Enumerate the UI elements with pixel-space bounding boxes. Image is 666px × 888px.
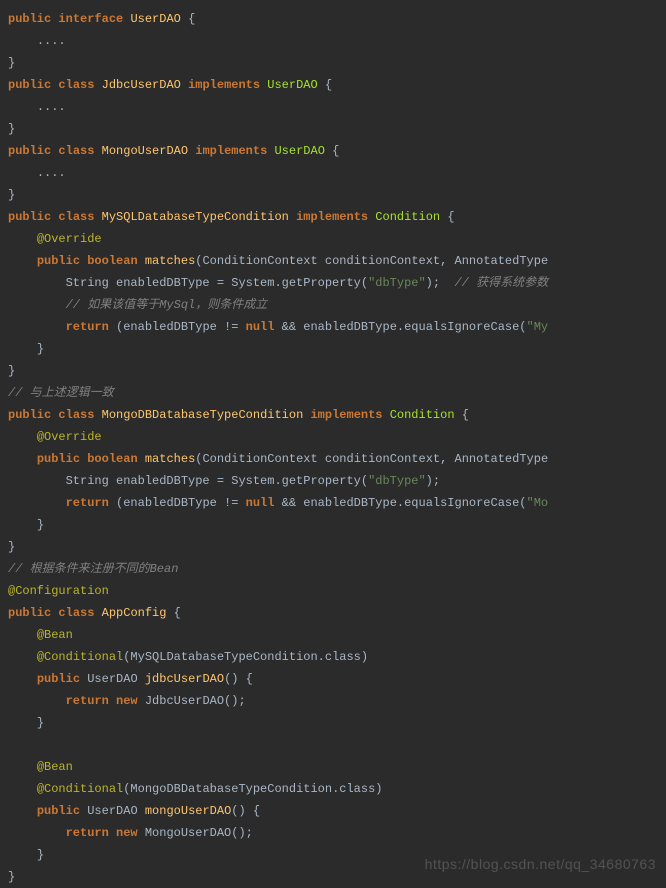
type-name: Condition <box>390 408 455 422</box>
keyword: class <box>58 210 94 224</box>
keyword: class <box>58 144 94 158</box>
keyword: null <box>246 496 275 510</box>
keyword: public <box>8 210 51 224</box>
annotation: @Conditional <box>37 650 123 664</box>
type-name: UserDAO <box>274 144 324 158</box>
code-text: ); <box>426 276 440 290</box>
brace: { <box>447 210 454 224</box>
return-type: UserDAO <box>87 804 137 818</box>
keyword: public <box>37 804 80 818</box>
keyword: class <box>58 606 94 620</box>
keyword: return <box>66 826 109 840</box>
keyword: return <box>66 496 109 510</box>
code-block: public interface UserDAO { .... } public… <box>8 8 666 888</box>
keyword: boolean <box>87 452 137 466</box>
method-name: jdbcUserDAO <box>145 672 224 686</box>
dots: .... <box>37 34 66 48</box>
code-text: String enabledDBType = System.getPropert… <box>66 276 368 290</box>
brace: } <box>37 342 44 356</box>
keyword: public <box>37 452 80 466</box>
brace: { <box>332 144 339 158</box>
return-type: UserDAO <box>87 672 137 686</box>
args: (MySQLDatabaseTypeCondition.class) <box>123 650 368 664</box>
keyword: null <box>246 320 275 334</box>
method-name: mongoUserDAO <box>145 804 231 818</box>
annotation: @Configuration <box>8 584 109 598</box>
keyword: public <box>8 606 51 620</box>
dots: .... <box>37 166 66 180</box>
code-text: String enabledDBType = System.getPropert… <box>66 474 368 488</box>
args: (MongoDBDatabaseTypeCondition.class) <box>123 782 382 796</box>
code-text: (enabledDBType != <box>116 496 246 510</box>
type-name: JdbcUserDAO <box>102 78 181 92</box>
keyword: class <box>58 78 94 92</box>
keyword: public <box>8 408 51 422</box>
type-name: UserDAO <box>267 78 317 92</box>
keyword: public <box>8 144 51 158</box>
type-name: MongoUserDAO <box>102 144 188 158</box>
comment: // 如果该值等于MySql，则条件成立 <box>66 298 268 312</box>
keyword: public <box>37 254 80 268</box>
keyword: implements <box>310 408 382 422</box>
string: "dbType" <box>368 474 426 488</box>
keyword: return <box>66 320 109 334</box>
string: "My <box>527 320 549 334</box>
call: JdbcUserDAO(); <box>145 694 246 708</box>
method-name: matches <box>145 452 195 466</box>
code-text: && enabledDBType.equalsIgnoreCase( <box>274 496 526 510</box>
type-name: AppConfig <box>102 606 167 620</box>
method-name: matches <box>145 254 195 268</box>
code-text: (enabledDBType != <box>116 320 246 334</box>
code-text: ); <box>426 474 440 488</box>
brace: } <box>8 364 15 378</box>
brace: } <box>37 518 44 532</box>
comment: // 与上述逻辑一致 <box>8 386 114 400</box>
keyword: class <box>58 408 94 422</box>
annotation: @Bean <box>37 628 73 642</box>
comment: // 获得系统参数 <box>454 276 548 290</box>
annotation: @Bean <box>37 760 73 774</box>
code-text: && enabledDBType.equalsIgnoreCase( <box>274 320 526 334</box>
brace: } <box>8 188 15 202</box>
blank-line <box>8 738 15 752</box>
keyword: public <box>37 672 80 686</box>
type-name: MySQLDatabaseTypeCondition <box>102 210 289 224</box>
brace: } <box>8 56 15 70</box>
annotation: @Override <box>37 232 102 246</box>
brace: } <box>8 122 15 136</box>
brace: } <box>37 848 44 862</box>
brace: { <box>462 408 469 422</box>
params: (ConditionContext conditionContext, Anno… <box>195 254 548 268</box>
brace: } <box>8 870 15 884</box>
type-name: MongoDBDatabaseTypeCondition <box>102 408 304 422</box>
type-name: Condition <box>375 210 440 224</box>
keyword: boolean <box>87 254 137 268</box>
keyword: implements <box>188 78 260 92</box>
watermark-text: https://blog.csdn.net/qq_34680763 <box>425 853 656 875</box>
paren: () { <box>231 804 260 818</box>
brace: } <box>8 540 15 554</box>
brace: } <box>37 716 44 730</box>
call: MongoUserDAO(); <box>145 826 253 840</box>
paren: () { <box>224 672 253 686</box>
keyword: new <box>116 826 138 840</box>
keyword: implements <box>296 210 368 224</box>
keyword: public <box>8 12 51 26</box>
dots: .... <box>37 100 66 114</box>
brace: { <box>174 606 181 620</box>
annotation: @Conditional <box>37 782 123 796</box>
string: "Mo <box>527 496 549 510</box>
keyword: public <box>8 78 51 92</box>
params: (ConditionContext conditionContext, Anno… <box>195 452 548 466</box>
keyword: interface <box>58 12 123 26</box>
annotation: @Override <box>37 430 102 444</box>
comment: // 根据条件来注册不同的Bean <box>8 562 178 576</box>
keyword: new <box>116 694 138 708</box>
keyword: return <box>66 694 109 708</box>
brace: { <box>325 78 332 92</box>
keyword: implements <box>195 144 267 158</box>
brace: { <box>188 12 195 26</box>
type-name: UserDAO <box>130 12 180 26</box>
string: "dbType" <box>368 276 426 290</box>
